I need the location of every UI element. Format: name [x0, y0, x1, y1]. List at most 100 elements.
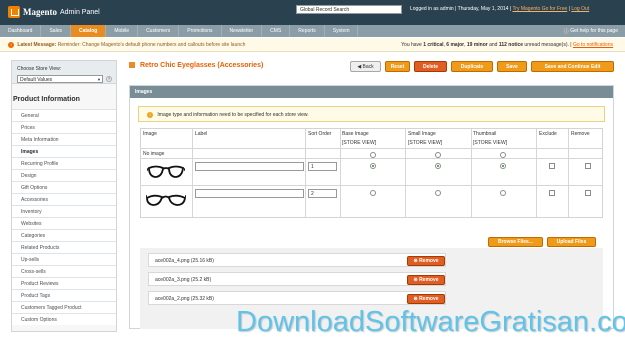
logged-in-text: Logged in as admin — [410, 6, 454, 12]
store-view-note-text: Image type and information need to be sp… — [157, 112, 309, 118]
image-label-input-1[interactable] — [195, 162, 304, 171]
tab-up-sells[interactable]: Up-sells — [12, 253, 116, 265]
image-label-input-2[interactable] — [195, 189, 304, 198]
back-label: Back — [362, 63, 374, 70]
warning-icon: ! — [8, 42, 14, 48]
tab-accessories[interactable]: Accessories — [12, 193, 116, 205]
upload-file-row: ace002a_4.png (25.16 kB) ⊗ Remove — [148, 253, 446, 267]
admin-header: Magento Admin Panel Global Record Search… — [0, 0, 625, 25]
column-base-image: Base Image — [342, 131, 369, 137]
tab-images[interactable]: Images — [12, 145, 116, 157]
nav-reports[interactable]: Reports — [290, 25, 325, 37]
remove-file-button[interactable]: ⊗ Remove — [407, 294, 445, 304]
store-view-value: Default Values — [20, 77, 53, 83]
base-image-radio-2[interactable] — [370, 190, 376, 196]
column-thumbnail: Thumbnail — [473, 131, 497, 137]
nav-system[interactable]: System — [325, 25, 359, 37]
nav-catalog[interactable]: Catalog — [70, 25, 107, 37]
store-view-select[interactable]: Default Values ▼ — [17, 75, 103, 83]
no-image-label: No image — [143, 151, 165, 157]
product-title: Retro Chic Eyeglasses (Accessories) — [139, 62, 264, 69]
tab-prices[interactable]: Prices — [12, 121, 116, 133]
upload-file-name: ace002a_4.png (25.16 kB) — [155, 258, 214, 264]
tab-meta-information[interactable]: Meta Information — [12, 133, 116, 145]
column-sort-order: Sort Order — [308, 131, 332, 137]
info-icon[interactable]: ? — [106, 76, 112, 82]
global-search-input[interactable]: Global Record Search — [296, 5, 402, 14]
latest-message-label: Latest Message: — [17, 42, 57, 48]
table-column-divider — [405, 129, 406, 217]
small-image-radio-2[interactable] — [435, 190, 441, 196]
nav-newsletter[interactable]: Newsletter — [222, 25, 263, 37]
nav-customers[interactable]: Customers — [138, 25, 180, 37]
tab-design[interactable]: Design — [12, 169, 116, 181]
save-and-continue-button[interactable]: Save and Continue Edit — [531, 61, 614, 72]
column-remove: Remove — [571, 131, 590, 137]
nav-dashboard[interactable]: Dashboard — [0, 25, 42, 37]
delete-button[interactable]: Delete — [414, 61, 447, 72]
back-button[interactable]: ◀ Back — [350, 61, 381, 72]
tab-general[interactable]: General — [12, 109, 116, 121]
tab-inventory[interactable]: Inventory — [12, 205, 116, 217]
nav-promotions[interactable]: Promotions — [179, 25, 222, 37]
remove-file-button[interactable]: ⊗ Remove — [407, 256, 445, 266]
duplicate-button[interactable]: Duplicate — [451, 61, 493, 72]
small-image-radio-1[interactable] — [435, 163, 441, 169]
message-summary-suffix: unread message(s). — [524, 42, 569, 48]
tab-product-tags[interactable]: Product Tags — [12, 289, 116, 301]
sort-order-input-2[interactable]: 2 — [308, 189, 337, 198]
sort-order-input-1[interactable]: 1 — [308, 162, 337, 171]
tab-categories[interactable]: Categories — [12, 229, 116, 241]
thumbnail-radio-none[interactable] — [500, 152, 506, 158]
tab-websites[interactable]: Websites — [12, 217, 116, 229]
table-column-divider — [536, 129, 537, 217]
tab-gift-options[interactable]: Gift Options — [12, 181, 116, 193]
tab-custom-options[interactable]: Custom Options — [12, 313, 116, 325]
tab-related-products[interactable]: Related Products — [12, 241, 116, 253]
magento-logo[interactable]: Magento Admin Panel — [8, 6, 100, 18]
watermark: DownloadSoftwareGratisan.com — [236, 306, 625, 338]
browse-files-button[interactable]: Browse Files... — [488, 237, 543, 247]
images-panel-header: Images — [130, 86, 613, 98]
logout-link[interactable]: Log Out — [571, 6, 589, 12]
logo-text: Magento — [23, 7, 57, 17]
table-column-divider — [471, 129, 472, 217]
base-image-radio-none[interactable] — [370, 152, 376, 158]
table-column-divider — [340, 129, 341, 217]
base-image-radio-1[interactable] — [370, 163, 376, 169]
store-view-label: Choose Store View: — [17, 66, 62, 72]
store-view-switcher: Choose Store View: Default Values ▼ ? — [12, 61, 116, 84]
critical-count: 1 critical — [423, 42, 444, 48]
eyeglasses-image-1 — [147, 165, 185, 178]
thumbnail-store-view-label: [STORE VIEW] — [473, 140, 508, 146]
thumbnail-radio-1[interactable] — [500, 163, 506, 169]
tab-customers-tagged-product[interactable]: Customers Tagged Product — [12, 301, 116, 313]
nav-mobile[interactable]: Mobile — [106, 25, 139, 37]
column-exclude: Exclude — [539, 131, 557, 137]
tab-cross-sells[interactable]: Cross-sells — [12, 265, 116, 277]
exclude-checkbox-2[interactable] — [549, 190, 555, 196]
thumbnail-radio-2[interactable] — [500, 190, 506, 196]
eyeglasses-image-2 — [146, 194, 186, 206]
nav-sales[interactable]: Sales — [41, 25, 71, 37]
remove-checkbox-1[interactable] — [585, 163, 591, 169]
remove-file-button[interactable]: ⊗ Remove — [407, 275, 445, 285]
store-view-note: ! Image type and information need to be … — [138, 106, 605, 122]
upload-file-row: ace002a_2.png (25.32 kB) ⊗ Remove — [148, 291, 446, 305]
admin-panel-label: Admin Panel — [60, 8, 100, 16]
remove-checkbox-2[interactable] — [585, 190, 591, 196]
reset-button[interactable]: Reset — [385, 61, 410, 72]
try-magento-go-link[interactable]: Try Magento Go for Free — [512, 6, 567, 12]
save-button[interactable]: Save — [497, 61, 527, 72]
upload-files-button[interactable]: Upload Files — [547, 237, 596, 247]
tab-product-reviews[interactable]: Product Reviews — [12, 277, 116, 289]
small-store-view-label: [STORE VIEW] — [408, 140, 443, 146]
tab-recurring-profile[interactable]: Recurring Profile — [12, 157, 116, 169]
nav-cms[interactable]: CMS — [262, 25, 291, 37]
remove-label: Remove — [419, 277, 439, 283]
small-image-radio-none[interactable] — [435, 152, 441, 158]
help-link[interactable]: ⓘ Get help for this page — [564, 25, 625, 37]
notifications-link[interactable]: Go to notifications — [573, 42, 613, 48]
exclude-checkbox-1[interactable] — [549, 163, 555, 169]
main-navigation: Dashboard Sales Catalog Mobile Customers… — [0, 25, 625, 37]
